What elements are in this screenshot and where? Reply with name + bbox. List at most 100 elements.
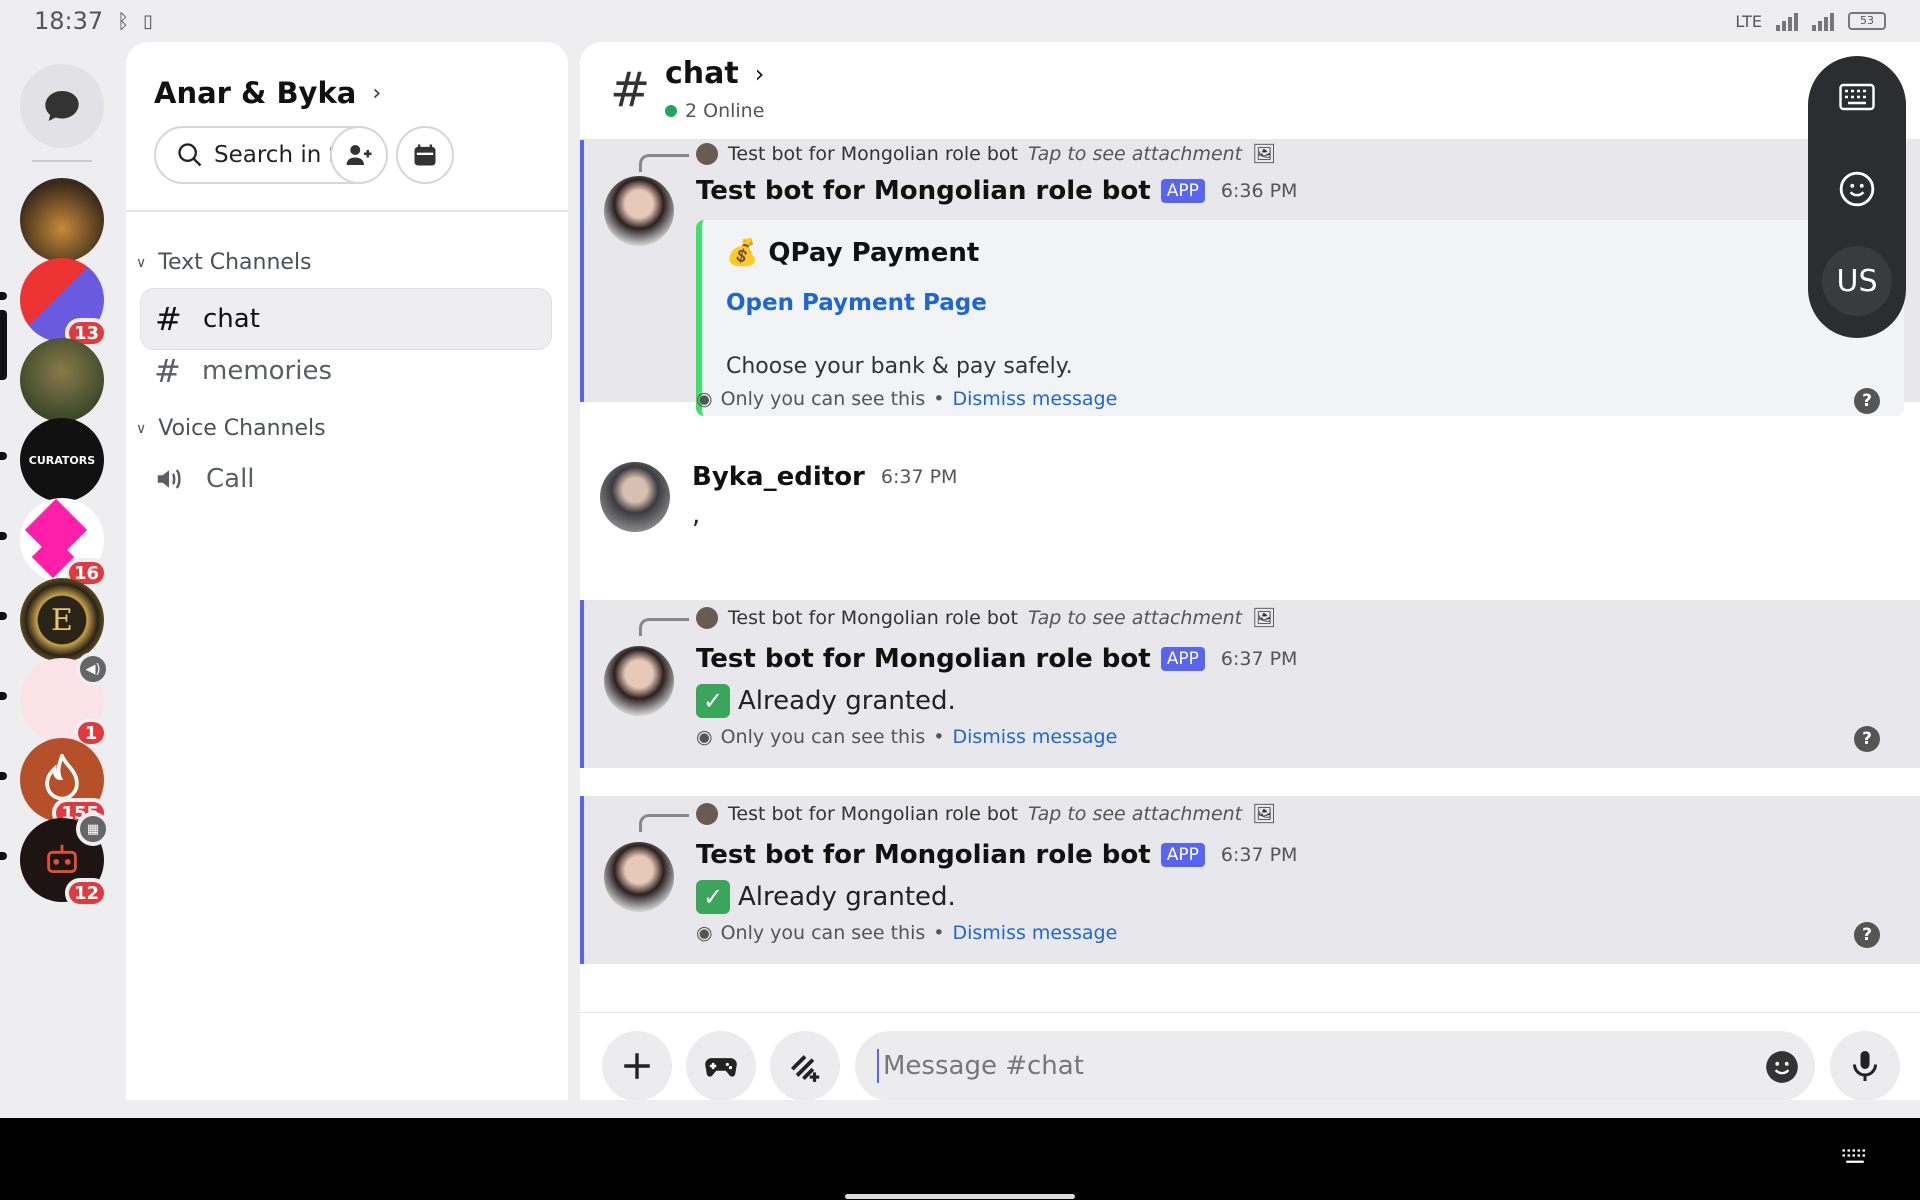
chevron-down-icon: ∨ [136,420,147,437]
message-input[interactable]: Message #chat [855,1031,1815,1100]
category-voice-channels[interactable]: ∨ Voice Channels [136,416,326,441]
reply-preview[interactable]: Test bot for Mongolian role bot Tap to s… [696,802,1276,825]
plus-icon [624,1053,650,1079]
server-robot[interactable]: ▦ 12 [20,812,110,908]
server-curators[interactable]: CURATORS [20,418,104,502]
search-icon [178,143,202,167]
bluetooth-icon: ᛒ [117,9,130,33]
chat-header[interactable]: # chat › 2 Online [580,42,1920,140]
system-nav-bar [0,1118,1920,1200]
gamepad-icon [705,1058,737,1077]
timestamp: 6:36 PM [1220,180,1298,202]
message-ephemeral[interactable]: Test bot for Mongolian role bot Tap to s… [580,796,1920,964]
server-house[interactable] [20,178,104,262]
microphone-icon [1853,1051,1877,1081]
channel-label: chat [203,304,260,334]
reply-author: Test bot for Mongolian role bot [728,142,1018,165]
server-rail: 13 CURATORS 16 E ◀) 1 155 ▦ 12 [0,42,124,1102]
voice-channel-call[interactable]: Call [140,448,552,510]
unread-pill [0,772,7,780]
reply-avatar [696,606,718,629]
chevron-right-icon: › [754,59,765,88]
help-icon[interactable]: ? [1854,388,1880,414]
message-header: Byka_editor 6:37 PM [692,462,957,492]
author-name[interactable]: Test bot for Mongolian role bot [696,840,1151,870]
status-bar: 18:37 ᛒ ▯ LTE 53 [0,0,1920,42]
channel-title[interactable]: chat › [665,56,764,91]
direct-messages-button[interactable] [20,64,104,148]
message-placeholder: Message #chat [883,1051,1084,1081]
app-launcher-icon [790,1055,820,1082]
keyboard-toggle-icon[interactable] [1840,1148,1870,1168]
channel-memories[interactable]: # memories [140,340,552,402]
avatar[interactable] [604,842,674,912]
app-tag: APP [1160,843,1205,867]
reply-preview[interactable]: Test bot for Mongolian role bot Tap to s… [696,142,1276,165]
clock: 18:37 [34,7,104,35]
server-e-emblem[interactable]: E [20,578,104,662]
message-text: Already granted. [738,882,956,912]
home-gesture-handle[interactable] [845,1194,1075,1199]
reply-connector [639,814,689,832]
app-tag: APP [1160,179,1205,203]
apps-button[interactable] [770,1031,840,1100]
ephemeral-note: ◉ Only you can see this • Dismiss messag… [696,388,1117,410]
server-flame[interactable]: 155 [20,738,108,828]
voice-message-button[interactable] [1830,1031,1900,1100]
online-count: 2 Online [685,100,765,122]
server-design-bunny[interactable]: ◀) 1 [20,652,110,748]
server-header[interactable]: Anar & Byka › [154,76,381,110]
dismiss-message-link[interactable]: Dismiss message [952,388,1117,410]
sidebar-divider [126,210,568,212]
server-gazebo[interactable] [20,338,104,422]
language-code: US [1836,263,1878,299]
embed-title: 💰 QPay Payment [726,238,979,268]
help-icon[interactable]: ? [1854,726,1880,752]
avatar[interactable] [600,462,670,532]
online-dot-icon [665,105,677,117]
reply-preview[interactable]: Test bot for Mongolian role bot Tap to s… [696,606,1276,629]
emoji-icon[interactable] [1763,1048,1801,1086]
reply-author: Test bot for Mongolian role bot [728,606,1018,629]
keyboard-button[interactable] [1822,62,1892,132]
dismiss-message-link[interactable]: Dismiss message [952,726,1117,748]
server-pink-shape[interactable]: 16 [20,498,108,588]
server-roblox[interactable]: 13 [20,258,108,348]
activities-button[interactable] [686,1031,756,1100]
message[interactable]: Byka_editor 6:37 PM , [580,462,1920,582]
unread-pill [0,452,7,460]
curators-logo-text: CURATORS [28,453,96,467]
signal-icon [1776,11,1798,31]
invite-button[interactable] [330,126,388,184]
category-label: Voice Channels [158,416,326,441]
message-ephemeral[interactable]: Test bot for Mongolian role bot Tap to s… [580,600,1920,768]
author-name[interactable]: Byka_editor [692,462,865,492]
keyboard-float-panel: US [1808,56,1906,338]
eye-icon: ◉ [696,726,713,748]
emoji-keyboard-button[interactable] [1822,154,1892,224]
open-payment-link[interactable]: Open Payment Page [726,290,987,316]
channel-label: Call [206,464,255,494]
author-name[interactable]: Test bot for Mongolian role bot [696,644,1151,674]
unread-pill [0,292,7,300]
help-icon[interactable]: ? [1854,922,1880,948]
calendar-icon [414,144,436,166]
hash-icon: # [154,352,181,390]
language-button[interactable]: US [1822,246,1892,316]
timestamp: 6:37 PM [1220,844,1298,866]
channel-name: chat [665,56,739,91]
category-text-channels[interactable]: ∨ Text Channels [136,250,312,275]
attach-button[interactable] [602,1031,672,1100]
network-type: LTE [1735,11,1762,31]
check-mark-icon: ✓ [696,880,730,914]
message-body: ✓ Already granted. [696,880,956,914]
message-body: ✓ Already granted. [696,684,956,718]
avatar[interactable] [604,176,674,246]
timestamp: 6:37 PM [1220,648,1298,670]
events-button[interactable] [396,126,454,184]
message-ephemeral[interactable]: Test bot for Mongolian role bot Tap to s… [580,102,1920,416]
author-name[interactable]: Test bot for Mongolian role bot [696,176,1151,206]
reply-avatar [696,802,718,825]
avatar[interactable] [604,646,674,716]
dismiss-message-link[interactable]: Dismiss message [952,922,1117,944]
